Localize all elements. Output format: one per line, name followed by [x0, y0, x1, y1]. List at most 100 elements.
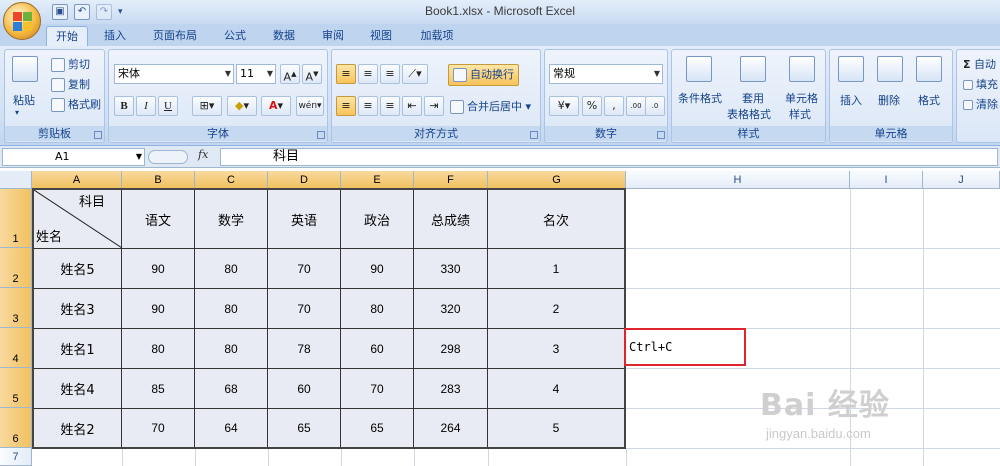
data-cell[interactable]: 60: [341, 329, 414, 369]
conditional-format-icon[interactable]: [686, 56, 712, 82]
column-header-e[interactable]: E: [341, 171, 414, 189]
row-header-2[interactable]: 2: [0, 248, 32, 288]
delete-cells-button[interactable]: 删除: [878, 92, 900, 108]
font-name-combo[interactable]: 宋体 ▼: [114, 64, 234, 84]
column-header-b[interactable]: B: [122, 171, 195, 189]
cell-style-line1[interactable]: 单元格: [785, 90, 818, 106]
alignment-launcher-icon[interactable]: [530, 131, 538, 139]
copy-button[interactable]: 复制: [51, 76, 90, 92]
phonetic-button[interactable]: wén▾: [296, 96, 324, 116]
clear-button[interactable]: 清除: [963, 96, 998, 112]
data-cell[interactable]: 3: [488, 329, 624, 369]
cell-style-icon[interactable]: [789, 56, 815, 82]
data-cell[interactable]: 264: [414, 409, 488, 447]
insert-cells-icon[interactable]: [838, 56, 864, 82]
tab-review[interactable]: 审阅: [316, 26, 350, 46]
increase-decimal-button[interactable]: .00: [626, 96, 646, 116]
cell-style-line2[interactable]: 样式: [789, 106, 811, 122]
autosum-button[interactable]: Σ 自动: [963, 56, 996, 72]
data-cell[interactable]: 80: [122, 329, 195, 369]
table-format-line1[interactable]: 套用: [742, 90, 764, 106]
data-cell[interactable]: 4: [488, 369, 624, 409]
name-cell[interactable]: 姓名1: [34, 329, 122, 369]
column-header-a[interactable]: A: [32, 171, 122, 189]
table-format-line2[interactable]: 表格格式: [727, 106, 771, 122]
clipboard-launcher-icon[interactable]: [94, 131, 102, 139]
row-header-3[interactable]: 3: [0, 288, 32, 328]
shrink-font-button[interactable]: A▼: [302, 64, 322, 84]
wrap-text-button[interactable]: 自动换行: [448, 64, 519, 86]
tab-home[interactable]: 开始: [46, 26, 88, 46]
data-cell[interactable]: 70: [122, 409, 195, 447]
align-top-button[interactable]: ≡: [336, 64, 356, 84]
table-format-icon[interactable]: [740, 56, 766, 82]
paste-icon[interactable]: [12, 56, 38, 82]
data-cell[interactable]: 283: [414, 369, 488, 409]
fill-button[interactable]: 填充: [963, 76, 998, 92]
merge-center-button[interactable]: 合并后居中 ▾: [450, 98, 531, 114]
underline-button[interactable]: U: [158, 96, 178, 116]
paste-dropdown-icon[interactable]: ▾: [15, 108, 19, 117]
data-cell[interactable]: 85: [122, 369, 195, 409]
formula-input[interactable]: 科目: [220, 148, 998, 166]
number-launcher-icon[interactable]: [657, 131, 665, 139]
increase-indent-button[interactable]: ⇥: [424, 96, 444, 116]
data-cell[interactable]: 5: [488, 409, 624, 447]
bold-button[interactable]: B: [114, 96, 134, 116]
tab-addins[interactable]: 加载项: [414, 26, 460, 46]
name-cell[interactable]: 姓名4: [34, 369, 122, 409]
data-cell[interactable]: 80: [195, 329, 268, 369]
header-cell[interactable]: 英语: [268, 190, 341, 249]
grow-font-button[interactable]: A▲: [280, 64, 300, 84]
column-header-h[interactable]: H: [626, 171, 850, 189]
delete-cells-icon[interactable]: [877, 56, 903, 82]
column-header-j[interactable]: J: [923, 171, 1000, 189]
data-cell[interactable]: 65: [341, 409, 414, 447]
currency-button[interactable]: ¥▾: [549, 96, 579, 116]
conditional-format-button[interactable]: 条件格式: [678, 90, 722, 106]
italic-button[interactable]: I: [136, 96, 156, 116]
formula-bar-slider[interactable]: [148, 150, 188, 164]
header-cell[interactable]: 总成绩: [414, 190, 488, 249]
font-color-button[interactable]: A▾: [261, 96, 291, 116]
name-cell[interactable]: 姓名2: [34, 409, 122, 447]
data-cell[interactable]: 90: [341, 249, 414, 289]
comma-button[interactable]: ,: [604, 96, 624, 116]
tab-data[interactable]: 数据: [267, 26, 301, 46]
font-size-combo[interactable]: 11 ▼: [236, 64, 276, 84]
cell-a1[interactable]: 科目 姓名: [34, 190, 122, 249]
format-cells-icon[interactable]: [916, 56, 942, 82]
data-cell[interactable]: 65: [268, 409, 341, 447]
data-cell[interactable]: 70: [268, 289, 341, 329]
data-cell[interactable]: 2: [488, 289, 624, 329]
data-cell[interactable]: 60: [268, 369, 341, 409]
column-header-i[interactable]: I: [850, 171, 923, 189]
tab-view[interactable]: 视图: [364, 26, 398, 46]
format-cells-button[interactable]: 格式: [918, 92, 940, 108]
paste-button[interactable]: 粘贴: [13, 92, 35, 108]
tab-formulas[interactable]: 公式: [218, 26, 252, 46]
column-header-f[interactable]: F: [414, 171, 488, 189]
row-header-5[interactable]: 5: [0, 368, 32, 408]
insert-function-icon[interactable]: fx: [198, 148, 208, 161]
data-cell[interactable]: 330: [414, 249, 488, 289]
data-cell[interactable]: 78: [268, 329, 341, 369]
data-cell[interactable]: 298: [414, 329, 488, 369]
cut-button[interactable]: 剪切: [51, 56, 90, 72]
data-cell[interactable]: 64: [195, 409, 268, 447]
format-painter-button[interactable]: 格式刷: [51, 96, 101, 112]
font-launcher-icon[interactable]: [317, 131, 325, 139]
align-center-button[interactable]: ≡: [358, 96, 378, 116]
header-cell[interactable]: 语文: [122, 190, 195, 249]
tab-insert[interactable]: 插入: [98, 26, 132, 46]
orientation-button[interactable]: ⟋▾: [402, 64, 428, 84]
decrease-decimal-button[interactable]: .0: [645, 96, 665, 116]
data-cell[interactable]: 90: [122, 289, 195, 329]
selected-table-range[interactable]: 科目 姓名 语文 数学 英语 政治 总成绩 名次 姓名5 90 80 70 90…: [32, 188, 626, 449]
data-cell[interactable]: 80: [195, 249, 268, 289]
data-cell[interactable]: 80: [195, 289, 268, 329]
tab-page-layout[interactable]: 页面布局: [145, 26, 205, 46]
decrease-indent-button[interactable]: ⇤: [402, 96, 422, 116]
name-cell[interactable]: 姓名3: [34, 289, 122, 329]
data-cell[interactable]: 1: [488, 249, 624, 289]
